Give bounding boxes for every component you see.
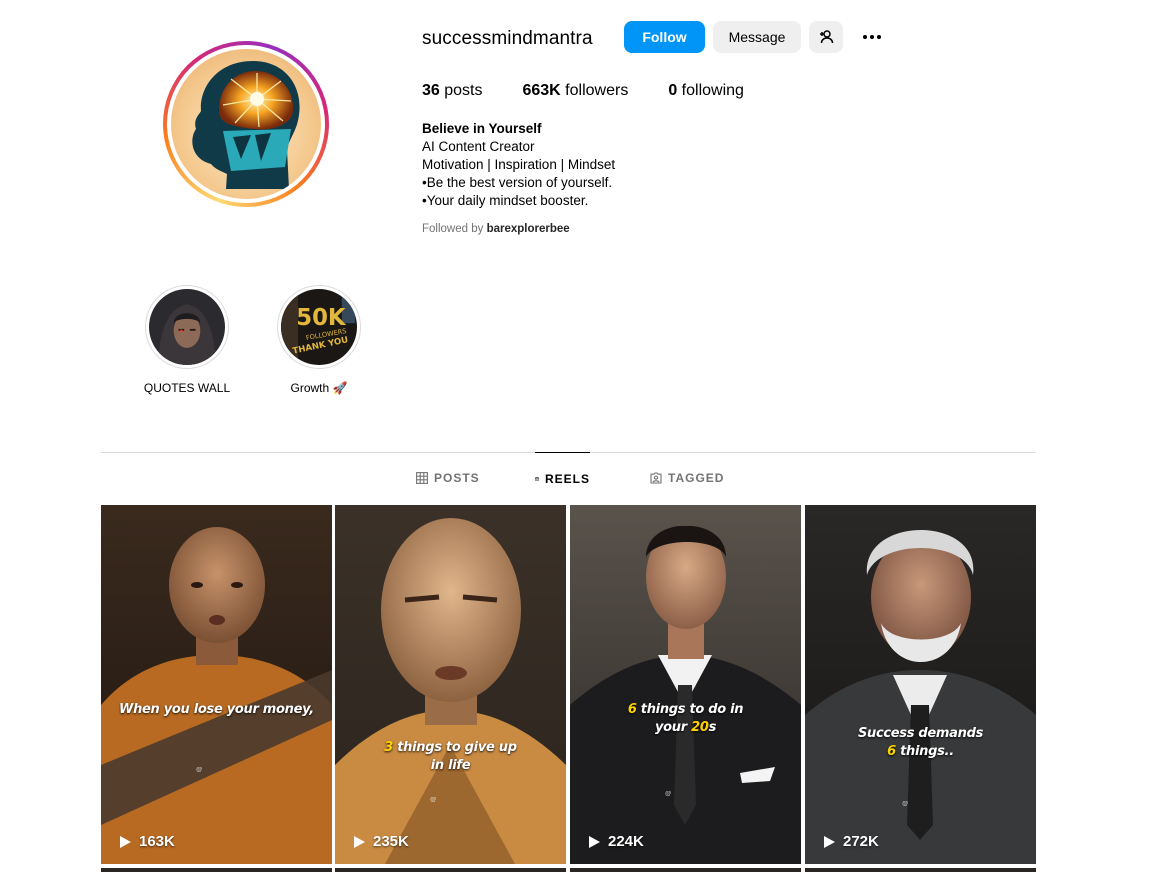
reel-caption: 3 things to give up in life <box>384 740 517 773</box>
profile-username: successmindmantra <box>422 28 593 49</box>
reel-caption: 6 things to do in your 20s <box>627 702 744 735</box>
bio-line: •Be the best version of yourself. <box>422 175 613 190</box>
highlight-cover: 50K FOLLOWERS THANK YOU <box>281 289 357 365</box>
suggested-accounts-button[interactable] <box>809 21 843 53</box>
reel-caption: When you lose your money, <box>119 702 314 717</box>
highlight-ring <box>145 285 229 369</box>
reel-views: 163K <box>118 833 175 850</box>
play-icon <box>824 835 835 848</box>
reel-views: 272K <box>822 833 879 850</box>
svg-text:50K: 50K <box>296 305 347 331</box>
reels-icon <box>535 476 539 481</box>
profile-bio: Believe in Yourself AI Content Creator M… <box>422 120 615 210</box>
avatar-image <box>171 49 321 199</box>
reel-thumbnail <box>805 505 1036 864</box>
play-icon <box>354 835 365 848</box>
bio-line: AI Content Creator <box>422 139 535 154</box>
tab-tagged[interactable]: TAGGED <box>650 452 724 504</box>
highlight-label: Growth 🚀 <box>290 381 348 395</box>
highlight-ring: 50K FOLLOWERS THANK YOU <box>277 285 361 369</box>
reel-item[interactable]: 6 things to do in your 20s @ 224K <box>570 505 801 864</box>
grid-icon <box>416 472 428 484</box>
follow-button[interactable]: Follow <box>624 21 705 53</box>
profile-avatar[interactable] <box>163 41 329 207</box>
highlight-quotes-wall[interactable]: QUOTES WALL <box>132 285 242 395</box>
play-icon <box>589 835 600 848</box>
highlight-label: QUOTES WALL <box>143 381 231 395</box>
add-person-icon <box>820 30 834 44</box>
highlight-growth[interactable]: 50K FOLLOWERS THANK YOU Growth 🚀 <box>264 285 374 395</box>
highlight-cover <box>149 289 225 365</box>
reel-item[interactable] <box>805 868 1036 872</box>
watermark: @ <box>196 767 203 773</box>
avatar-border <box>167 45 325 203</box>
reel-views: 224K <box>587 833 644 850</box>
posts-count: 36 posts <box>422 82 483 99</box>
reel-item[interactable] <box>335 868 566 872</box>
watermark: @ <box>902 801 909 807</box>
tab-posts[interactable]: POSTS <box>416 452 480 504</box>
watermark: @ <box>665 791 672 797</box>
reel-thumbnail <box>570 505 801 864</box>
play-icon <box>120 835 131 848</box>
reel-caption: Success demands 6 things.. <box>857 726 984 759</box>
reel-thumbnail <box>335 505 566 864</box>
tagged-icon <box>650 472 662 484</box>
message-button[interactable]: Message <box>713 21 801 53</box>
followed-by-user[interactable]: barexplorerbee <box>487 223 570 235</box>
followed-by[interactable]: Followed by barexplorerbee <box>422 223 570 235</box>
profile-stats: 36 posts 663K followers 0 following <box>422 82 784 100</box>
tab-label: POSTS <box>434 471 480 485</box>
reel-item[interactable]: 3 things to give up in life @ 235K <box>335 505 566 864</box>
followers-count[interactable]: 663K followers <box>522 82 628 100</box>
tab-label: TAGGED <box>668 471 725 485</box>
more-options-icon[interactable] <box>860 28 884 46</box>
reel-thumbnail <box>101 505 332 864</box>
reel-item[interactable]: When you lose your money, @ 163K <box>101 505 332 864</box>
reel-item[interactable] <box>101 868 332 872</box>
tab-label: REELS <box>544 471 590 486</box>
bio-line: •Your daily mindset booster. <box>422 193 589 208</box>
reel-item[interactable] <box>570 868 801 872</box>
reel-views: 235K <box>352 833 409 850</box>
tab-reels[interactable]: REELS <box>535 452 590 504</box>
watermark: @ <box>430 797 437 803</box>
reel-item[interactable]: Success demands 6 things.. @ 272K <box>805 505 1036 864</box>
bio-line: Motivation | Inspiration | Mindset <box>422 157 616 172</box>
bio-name: Believe in Yourself <box>422 121 542 136</box>
following-count[interactable]: 0 following <box>668 82 744 100</box>
